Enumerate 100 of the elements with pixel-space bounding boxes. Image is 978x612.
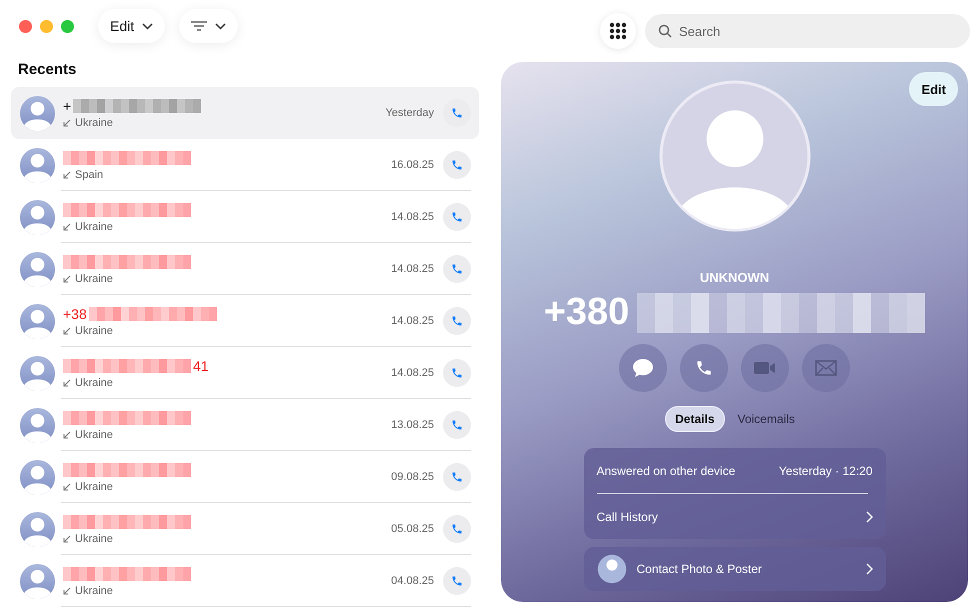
call-back-button[interactable] [443,359,471,387]
video-camera-icon [754,361,776,375]
call-time: Yesterday · 12:20 [778,464,872,478]
call-row[interactable]: Ukraine 09.08.25 [11,451,479,503]
call-date: 05.08.25 [391,523,434,535]
caller-country: Ukraine [75,272,113,284]
message-button[interactable] [619,344,667,392]
call-back-button[interactable] [443,99,471,127]
call-back-button[interactable] [443,255,471,283]
call-date: 04.08.25 [391,575,434,587]
phone-icon [695,359,713,377]
call-back-button[interactable] [443,307,471,335]
call-back-button[interactable] [443,203,471,231]
call-back-button[interactable] [443,151,471,179]
phone-icon [451,107,463,119]
caller-country: Spain [75,168,104,180]
chevron-down-icon [142,22,154,30]
keypad-button[interactable] [600,13,636,49]
call-date: 09.08.25 [391,471,434,483]
incoming-arrow-icon [63,586,71,594]
incoming-arrow-icon [63,170,71,178]
call-row[interactable]: Ukraine 04.08.25 [11,555,479,607]
caller-country: Ukraine [75,480,113,492]
contact-photo-row[interactable]: Contact Photo & Poster [584,547,886,591]
avatar-icon [658,80,810,232]
call-status: Answered on other device [596,464,736,478]
tab[interactable]: Details [665,406,724,432]
edit-button[interactable]: Edit [909,72,958,106]
caller-number: + [63,98,72,114]
chevron-right-icon [866,563,872,575]
call-back-button[interactable] [443,515,471,543]
close-window-icon[interactable] [19,20,32,32]
call-date: 14.08.25 [391,315,434,327]
caller-number: 41 [193,358,209,374]
caller-country: Ukraine [75,428,113,440]
incoming-arrow-icon [63,274,71,282]
call-history-link[interactable]: Call History [596,494,872,539]
filter-icon [191,21,208,31]
call-row[interactable]: Ukraine 13.08.25 [11,399,479,451]
avatar-icon [19,406,56,444]
call-row[interactable]: Ukraine 05.08.25 [11,503,479,555]
avatar-icon [19,302,56,340]
caller-country: Ukraine [75,532,113,544]
recents-heading: Recents [17,60,78,80]
avatar-icon [19,250,56,288]
contact-photo-label: Contact Photo & Poster [636,562,763,576]
call-date: Yesterday [385,107,434,119]
speech-bubble-icon [632,358,654,378]
call-back-button[interactable] [443,567,471,595]
search-field[interactable]: Search [645,14,970,48]
envelope-icon [815,360,837,376]
phone-icon [451,523,463,535]
chevron-right-icon [866,510,872,522]
incoming-arrow-icon [63,534,71,542]
incoming-arrow-icon [63,326,71,334]
phone-icon [451,211,463,223]
call-row[interactable]: Ukraine 14.08.25 [11,243,479,295]
incoming-arrow-icon [63,378,71,386]
caller-country: Ukraine [75,376,113,388]
avatar-icon [19,458,56,496]
call-row[interactable]: + Ukraine Yesterday [11,87,479,139]
keypad-icon [609,22,627,40]
chevron-down-icon [215,22,226,30]
call-back-button[interactable] [443,411,471,439]
phone-icon [451,263,463,275]
tab[interactable]: Voicemails [728,406,804,432]
incoming-arrow-icon [63,430,71,438]
zoom-window-icon[interactable] [61,20,74,32]
contact-label: UNKNOWN [700,270,770,285]
filter-menu-button[interactable] [179,9,238,43]
call-date: 14.08.25 [391,211,434,223]
avatar-icon [19,354,56,392]
call-date: 14.08.25 [391,263,434,275]
phone-icon [451,315,463,327]
avatar-icon [19,146,56,184]
call-row[interactable]: +38 Ukraine 14.08.25 [11,295,479,347]
call-date: 13.08.25 [391,419,434,431]
incoming-arrow-icon [63,118,71,126]
call-back-button[interactable] [443,463,471,491]
avatar-icon [19,198,56,236]
call-row[interactable]: 41 Ukraine 14.08.25 [11,347,479,399]
edit-menu-button[interactable]: Edit [98,9,166,43]
phone-number: +380 [544,291,630,334]
call-row[interactable]: Ukraine 14.08.25 [11,191,479,243]
call-button[interactable] [680,344,728,392]
caller-country: Ukraine [75,324,113,336]
phone-icon [451,367,463,379]
phone-icon [451,419,463,431]
phone-icon [451,575,463,587]
avatar-icon [19,94,56,132]
caller-country: Ukraine [75,116,113,128]
avatar-icon [596,554,626,584]
avatar-icon [19,562,56,600]
incoming-arrow-icon [63,222,71,230]
call-date: 14.08.25 [391,367,434,379]
phone-icon [451,471,463,483]
call-date: 16.08.25 [391,159,434,171]
caller-country: Ukraine [75,584,113,596]
caller-number: +38 [63,306,87,322]
call-row[interactable]: Spain 16.08.25 [11,139,479,191]
